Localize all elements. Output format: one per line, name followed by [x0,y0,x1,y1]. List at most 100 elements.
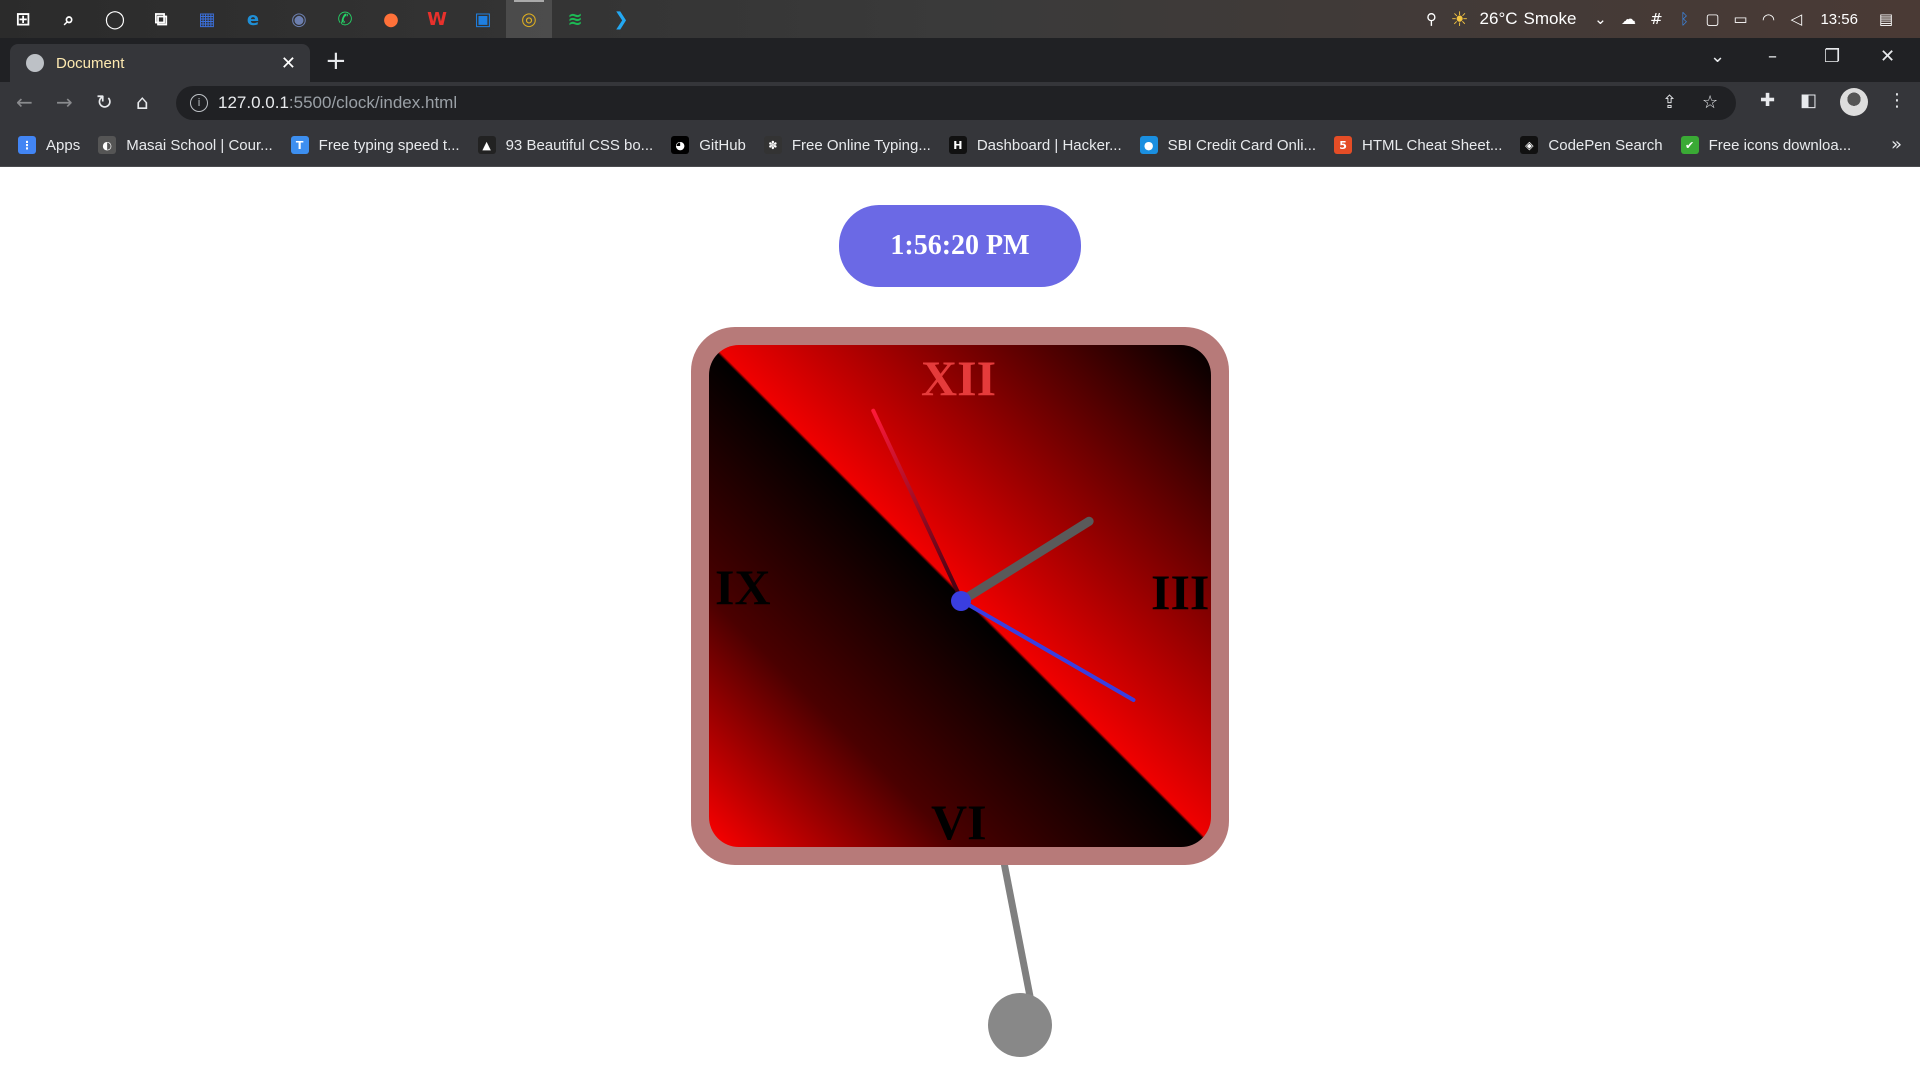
wps-office-icon[interactable]: W [414,0,460,38]
bookmark-item[interactable]: ◕ GitHub [671,136,746,154]
site-info-icon[interactable]: i [190,94,208,112]
device-icon[interactable]: ▢ [1698,0,1726,38]
store-icon[interactable]: ▣ [460,0,506,38]
bookmark-favicon-icon: 5 [1334,136,1353,154]
firefox-icon-glyph: ● [383,8,399,30]
extensions-icon[interactable]: ✚ [1760,90,1775,111]
taskbar-apps: ⊞ ⌕ ◯ ⧉ ▦ e ◉ ✆ ● W ▣ ◎ ≋ ❯ [0,0,644,38]
bookmark-item[interactable]: 5 HTML Cheat Sheet... [1334,136,1502,154]
camera-icon-glyph: ◉ [291,8,307,30]
minimize-icon[interactable]: – [1768,46,1777,67]
firefox-icon[interactable]: ● [368,0,414,38]
task-view-icon-glyph: ⧉ [154,8,168,30]
digital-clock: 1:56:20 PM [839,205,1081,287]
reload-icon[interactable]: ↻ [96,90,113,114]
browser-tab-strip: Document ✕ + ⌄ – ❐ ✕ [0,38,1920,82]
notification-icon[interactable]: ▤ [1872,0,1900,38]
cortana-icon[interactable]: ◯ [92,0,138,38]
bookmark-favicon-icon: ● [1139,136,1158,154]
wps-office-icon-glyph: W [427,8,447,30]
volume-icon[interactable]: ◁ [1782,0,1810,38]
tab-document[interactable]: Document ✕ [10,44,310,82]
bookmark-item[interactable]: ✽ Free Online Typing... [763,136,931,154]
camera-icon[interactable]: ◉ [276,0,322,38]
numeral-six: VI [931,794,987,847]
share-icon[interactable]: ⇪ [1662,92,1677,113]
bookmark-favicon-icon: ✽ [763,136,782,154]
bookmark-favicon-icon: ▲ [477,136,496,154]
whatsapp-icon[interactable]: ✆ [322,0,368,38]
onedrive-icon[interactable]: ☁ [1614,0,1642,38]
bookmark-item[interactable]: ◈ CodePen Search [1520,136,1663,154]
address-bar[interactable]: i 127.0.0.1:5500/clock/index.html ⇪ ☆ [176,86,1736,120]
analog-clock-frame: XII III VI IX [691,327,1229,865]
bookmark-item[interactable]: ▲ 93 Beautiful CSS bo... [477,136,653,154]
url-text[interactable]: 127.0.0.1:5500/clock/index.html [218,93,457,113]
vscode-icon[interactable]: ❯ [598,0,644,38]
weather-temp[interactable]: 26°C [1480,9,1518,29]
calculator-icon[interactable]: ▦ [184,0,230,38]
bookmark-item[interactable]: T Free typing speed t... [290,136,460,154]
bookmark-item[interactable]: ⋮ Apps [18,136,80,154]
bookmark-label: HTML Cheat Sheet... [1362,136,1503,154]
browser-toolbar: ← → ↻ ⌂ i 127.0.0.1:5500/clock/index.htm… [0,82,1920,124]
chrome-icon[interactable]: ◎ [506,0,552,38]
search-icon[interactable]: ⌕ [46,0,92,38]
menu-icon[interactable]: ⋮ [1888,90,1906,111]
minute-hand [870,408,964,602]
whatsapp-icon-glyph: ✆ [337,8,353,30]
pendulum-bob [988,993,1052,1057]
url-path: :5500/clock/index.html [288,93,458,112]
side-panel-icon[interactable]: ◧ [1800,90,1817,111]
bluetooth-icon[interactable]: ᛒ [1670,0,1698,38]
bookmark-favicon-icon: ⋮ [18,136,36,154]
bookmark-item[interactable]: ✔ Free icons downloa... [1680,136,1852,154]
tab-search-icon[interactable]: ⌄ [1710,46,1725,67]
bookmark-favicon-icon: ◐ [98,136,117,154]
restore-icon[interactable]: ❐ [1824,46,1840,67]
close-tab-icon[interactable]: ✕ [281,53,296,74]
chrome-icon-glyph: ◎ [521,8,537,30]
hour-hand [959,515,1096,605]
bookmark-label: Dashboard | Hacker... [976,136,1122,154]
slack-icon[interactable]: # [1642,0,1670,38]
store-icon-glyph: ▣ [474,8,492,30]
taskbar-clock[interactable]: 13:56 [1820,11,1858,28]
calculator-icon-glyph: ▦ [198,8,216,30]
task-view-icon[interactable]: ⧉ [138,0,184,38]
bookmark-favicon-icon: ◕ [671,136,690,154]
weather-icon[interactable]: ☀ [1446,0,1474,38]
wifi-icon[interactable]: ◠ [1754,0,1782,38]
bookmark-label: Free typing speed t... [318,136,460,154]
spotify-icon[interactable]: ≋ [552,0,598,38]
url-host: 127.0.0.1 [218,93,289,112]
bookmark-label: Free icons downloa... [1708,136,1852,154]
page-content: 1:56:20 PM XII III VI IX [0,167,1920,1080]
bookmark-item[interactable]: ◐ Masai School | Cour... [98,136,273,154]
close-window-icon[interactable]: ✕ [1880,46,1895,67]
weather-desc[interactable]: Smoke [1524,9,1577,29]
battery-icon[interactable]: ▭ [1726,0,1754,38]
bookmark-label: SBI Credit Card Onli... [1167,136,1317,154]
new-tab-icon[interactable]: + [325,46,347,76]
bookmark-label: Free Online Typing... [791,136,931,154]
clock-center-dot [951,591,971,611]
analog-clock-face: XII III VI IX [709,345,1211,847]
profile-avatar[interactable] [1840,88,1868,116]
bookmark-label: Masai School | Cour... [126,136,273,154]
bookmark-item[interactable]: ● SBI Credit Card Onli... [1139,136,1317,154]
bookmark-favicon-icon: ✔ [1680,136,1699,154]
people-icon[interactable]: ⚲ [1418,0,1446,38]
bookmark-favicon-icon: T [290,136,309,154]
back-icon[interactable]: ← [16,90,33,114]
home-icon[interactable]: ⌂ [136,90,149,114]
edge-icon[interactable]: e [230,0,276,38]
more-bookmarks-icon[interactable]: » [1891,134,1902,155]
bookmark-item[interactable]: H Dashboard | Hacker... [948,136,1122,154]
windows-start-icon[interactable]: ⊞ [0,0,46,38]
bookmark-star-icon[interactable]: ☆ [1702,92,1718,113]
bookmark-label: CodePen Search [1548,136,1663,154]
globe-icon [26,54,44,72]
forward-icon[interactable]: → [56,90,73,114]
chevron-up-icon[interactable]: ⌄ [1586,0,1614,38]
